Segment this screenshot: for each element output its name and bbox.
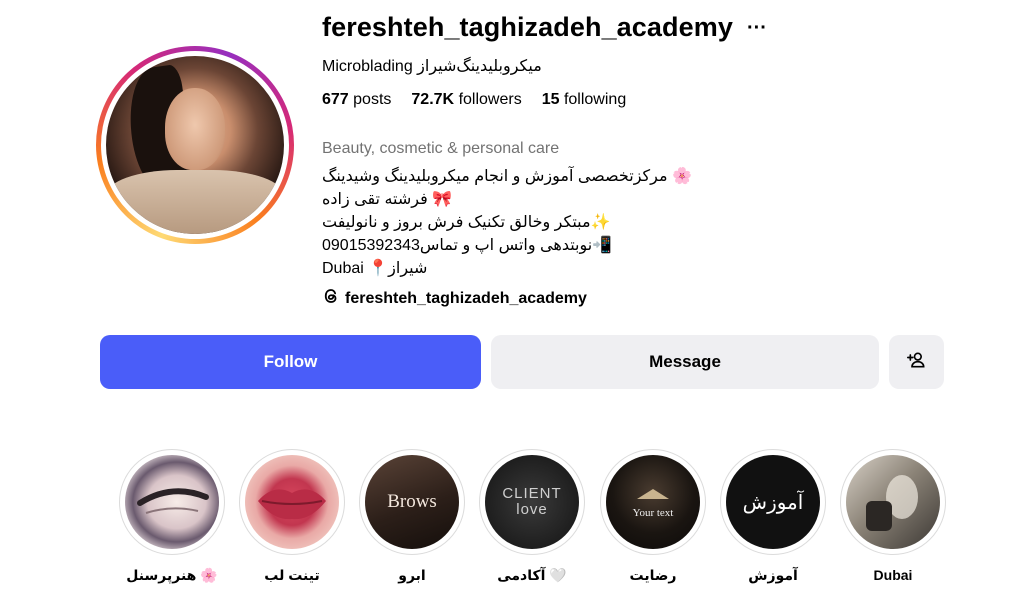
bio-line: مبتکر وخالق تکنیک فرش بروز و نانولیفت✨ bbox=[322, 214, 611, 231]
avatar-photo bbox=[106, 56, 284, 234]
threads-icon bbox=[322, 287, 340, 310]
threads-handle: fereshteh_taghizadeh_academy bbox=[345, 289, 587, 307]
highlight-cover: Your text bbox=[606, 455, 700, 549]
highlight-cover-text: Your text bbox=[632, 507, 674, 519]
highlight-item[interactable]: Dubai bbox=[840, 449, 946, 583]
add-user-icon bbox=[906, 350, 927, 375]
more-options-icon[interactable]: ··· bbox=[747, 18, 767, 38]
highlight-cover-text: CLIENT love bbox=[502, 485, 562, 518]
follow-button[interactable]: Follow bbox=[100, 335, 481, 389]
profile-subtitle: Microblading میکروبلیدینگ‌شیراز bbox=[322, 58, 542, 75]
highlight-cover-text: Brows bbox=[387, 491, 437, 512]
highlight-item[interactable]: آموزش آموزش bbox=[720, 449, 826, 583]
profile-stats: 677 posts 72.7K followers 15 following bbox=[322, 91, 626, 109]
highlight-cover-text: آموزش bbox=[742, 490, 804, 514]
bio-line: مرکزتخصصی آموزش و انجام میکروبلیدینگ وشی… bbox=[322, 168, 692, 185]
highlight-item[interactable]: هنرپرسنل 🌸 bbox=[119, 449, 225, 583]
threads-link[interactable]: fereshteh_taghizadeh_academy bbox=[322, 287, 587, 310]
following-stat[interactable]: 15 following bbox=[542, 91, 627, 109]
highlight-item[interactable]: CLIENT love آکادمی 🤍 bbox=[479, 449, 585, 583]
profile-bio: مرکزتخصصی آموزش و انجام میکروبلیدینگ وشی… bbox=[322, 165, 692, 280]
highlight-cover bbox=[846, 455, 940, 549]
add-user-button[interactable] bbox=[889, 335, 944, 389]
highlight-item[interactable]: تینت لب bbox=[239, 449, 345, 583]
highlight-cover bbox=[125, 455, 219, 549]
highlight-item[interactable]: Your text رضایت bbox=[600, 449, 706, 583]
profile-category: Beauty, cosmetic & personal care bbox=[322, 140, 560, 157]
profile-avatar[interactable] bbox=[96, 46, 294, 244]
highlight-cover: Brows bbox=[365, 455, 459, 549]
bio-line: Dubai 📍شیراز bbox=[322, 260, 428, 277]
posts-stat[interactable]: 677 posts bbox=[322, 91, 391, 109]
bio-line: نوبتدهی واتس اپ و تماس09015392343📲 bbox=[322, 237, 613, 254]
highlight-item[interactable]: Brows ابرو bbox=[359, 449, 465, 583]
highlight-cover bbox=[245, 455, 339, 549]
highlight-label: Dubai bbox=[873, 567, 913, 583]
message-button[interactable]: Message bbox=[491, 335, 879, 389]
highlight-cover: آموزش bbox=[726, 455, 820, 549]
bio-line: فرشته تقی زاده 🎀 bbox=[322, 191, 453, 208]
highlight-cover: CLIENT love bbox=[485, 455, 579, 549]
followers-stat[interactable]: 72.7K followers bbox=[411, 91, 521, 109]
profile-username: fereshteh_taghizadeh_academy bbox=[322, 12, 733, 42]
